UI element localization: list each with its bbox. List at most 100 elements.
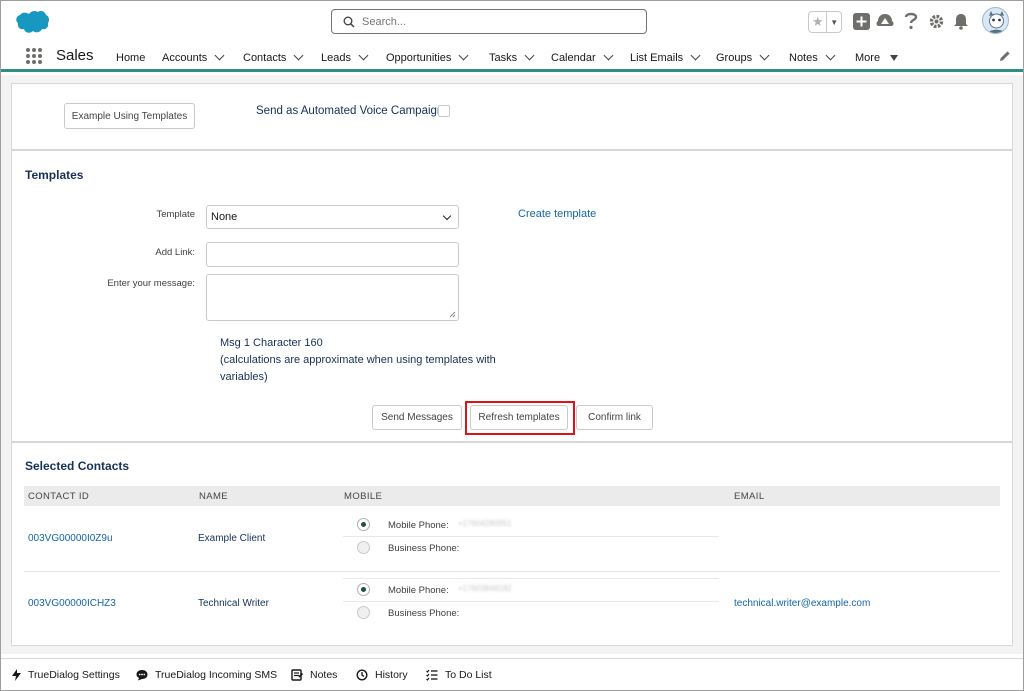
phone-divider [343, 578, 719, 579]
example-using-templates-button[interactable]: Example Using Templates [64, 103, 195, 129]
chevron-down-icon[interactable] [293, 50, 304, 60]
phone-divider [343, 601, 719, 602]
chevron-down-icon[interactable] [214, 50, 225, 60]
message-note-line1: (calculations are approximate when using… [220, 354, 496, 366]
refresh-templates-button[interactable]: Refresh templates [470, 405, 568, 430]
favorites-dropdown-icon[interactable]: ▼ [827, 12, 841, 32]
voice-campaign-checkbox[interactable] [438, 105, 450, 117]
resize-handle-icon[interactable] [449, 311, 456, 318]
utility-history[interactable]: History [356, 669, 408, 681]
favorites-group: ★ ▼ [808, 11, 842, 33]
nav-item-label: Calendar [551, 52, 596, 64]
nav-item-groups[interactable]: Groups [716, 50, 770, 66]
notification-bell-icon[interactable] [952, 12, 970, 30]
history-icon [356, 669, 368, 681]
column-header-email: EMAIL [734, 491, 765, 502]
nav-item-tasks[interactable]: Tasks [489, 50, 535, 66]
nav-item-more[interactable]: More [855, 50, 899, 66]
nav-item-calendar[interactable]: Calendar [551, 50, 614, 66]
nav-item-notes[interactable]: Notes [789, 50, 836, 66]
navigation-bar: Sales Home Accounts Contacts Leads Oppor… [1, 42, 1023, 72]
nav-item-label: Accounts [162, 52, 208, 64]
utility-item-label: History [375, 669, 408, 681]
todo-list-icon [426, 669, 438, 681]
nav-item-list-emails[interactable]: List Emails [630, 50, 701, 66]
global-search[interactable] [331, 9, 647, 34]
utility-truedialog-settings[interactable]: TrueDialog Settings [12, 669, 120, 681]
add-link-label: Add Link: [155, 247, 195, 258]
nav-item-home[interactable]: Home [116, 50, 145, 66]
templates-card: Templates Template None Create template … [11, 150, 1013, 442]
chevron-down-icon[interactable] [458, 50, 469, 60]
utility-truedialog-incoming-sms[interactable]: TrueDialog Incoming SMS [136, 669, 277, 681]
nav-item-label: Leads [321, 52, 351, 64]
chat-icon [136, 670, 148, 681]
mobile-phone-radio[interactable] [357, 518, 370, 531]
chevron-down-icon[interactable] [759, 50, 770, 60]
edit-pencil-icon[interactable] [999, 50, 1011, 62]
setup-gear-icon[interactable] [927, 12, 945, 30]
column-header-mobile: MOBILE [344, 491, 383, 502]
business-phone-radio[interactable] [357, 541, 370, 554]
chevron-down-icon[interactable] [358, 50, 369, 60]
mobile-phone-radio[interactable] [357, 583, 370, 596]
nav-item-label: List Emails [630, 52, 684, 64]
template-label: Template [156, 209, 195, 220]
caret-down-icon[interactable] [890, 55, 899, 61]
message-count: Msg 1 Character 160 [220, 337, 323, 349]
notes-icon [291, 669, 303, 681]
nav-item-label: Contacts [243, 52, 287, 64]
nav-item-label: More [855, 52, 881, 64]
nav-item-accounts[interactable]: Accounts [162, 50, 225, 66]
utility-item-label: To Do List [445, 669, 492, 681]
voice-campaign-label: Send as Automated Voice Campaign [256, 105, 444, 117]
add-link-input[interactable] [206, 242, 459, 267]
mobile-phone-label: Mobile Phone: [388, 520, 449, 531]
nav-item-contacts[interactable]: Contacts [243, 50, 304, 66]
app-launcher-icon[interactable] [25, 47, 43, 65]
column-header-name: NAME [199, 491, 229, 502]
app-name: Sales [56, 47, 94, 64]
confirm-link-button[interactable]: Confirm link [576, 405, 653, 430]
options-card: Example Using Templates Send as Automate… [11, 83, 1013, 150]
column-header-contact-id: CONTACT ID [28, 491, 90, 502]
mobile-phone-label: Mobile Phone: [388, 585, 449, 596]
chevron-down-icon[interactable] [690, 50, 701, 60]
lightning-icon [12, 669, 21, 681]
nav-item-leads[interactable]: Leads [321, 50, 369, 66]
contact-email-link[interactable]: technical.writer@example.com [734, 598, 870, 609]
mobile-phone-value: +17603848182 [458, 584, 512, 593]
contact-id-link[interactable]: 003VG00000I0Z9u [28, 533, 113, 544]
business-phone-label: Business Phone: [388, 543, 460, 554]
add-icon[interactable] [852, 12, 870, 30]
template-select-value: None [211, 211, 238, 223]
chevron-down-icon[interactable] [603, 50, 614, 60]
salesforce-cloud-logo[interactable] [14, 9, 50, 35]
message-textarea[interactable] [206, 274, 459, 321]
nav-item-opportunities[interactable]: Opportunities [386, 50, 469, 66]
templates-title: Templates [25, 168, 84, 182]
utility-item-label: Notes [310, 669, 338, 681]
search-input[interactable] [362, 13, 632, 30]
template-select[interactable]: None [206, 205, 459, 229]
utility-to-do-list[interactable]: To Do List [426, 669, 492, 681]
contact-id-link[interactable]: 003VG00000ICHZ3 [28, 598, 116, 609]
utility-notes[interactable]: Notes [291, 669, 337, 681]
send-messages-button[interactable]: Send Messages [372, 405, 462, 430]
chevron-down-icon[interactable] [825, 50, 836, 60]
contact-name: Technical Writer [198, 598, 269, 609]
message-label: Enter your message: [107, 278, 195, 289]
trailhead-icon[interactable] [876, 12, 894, 30]
star-icon[interactable]: ★ [809, 12, 828, 32]
chevron-down-icon[interactable] [524, 50, 535, 60]
selected-contacts-card: Selected Contacts [11, 442, 1013, 646]
create-template-link[interactable]: Create template [518, 208, 596, 220]
nav-item-label: Opportunities [386, 52, 452, 64]
business-phone-radio[interactable] [357, 606, 370, 619]
mobile-phone-value: +17604280951 [458, 519, 512, 528]
utility-item-label: TrueDialog Settings [28, 669, 120, 681]
help-icon[interactable] [902, 12, 920, 30]
nav-item-label: Notes [789, 52, 818, 64]
user-avatar[interactable] [982, 7, 1009, 34]
contacts-table-header: CONTACT ID NAME MOBILE EMAIL [24, 486, 1000, 506]
